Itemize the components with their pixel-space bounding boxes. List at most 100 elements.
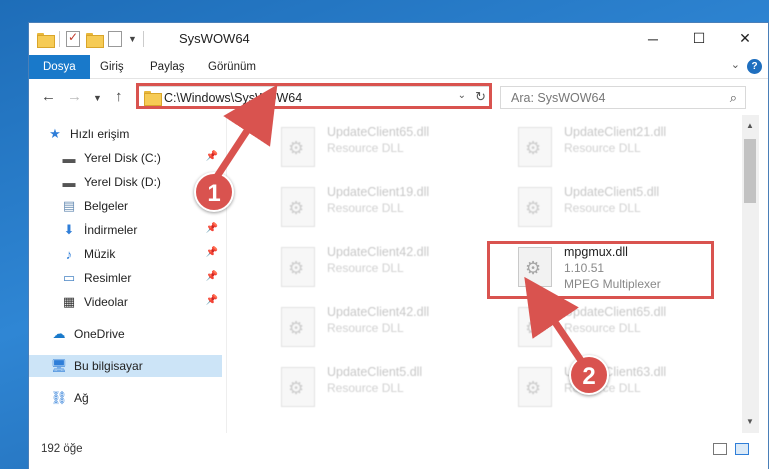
- sidebar-item-pictures[interactable]: ▭ Resimler 📌: [61, 267, 222, 289]
- dll-file-icon: [281, 307, 315, 347]
- navigation-bar: ← → ▼ ↑ C:\Windows\SysWOW64 ⌄ ↻ Ara: Sys…: [29, 79, 768, 115]
- download-icon: ⬇: [63, 222, 75, 237]
- recent-locations-button[interactable]: ▼: [93, 93, 102, 103]
- refresh-icon[interactable]: ↻: [475, 89, 486, 105]
- computer-icon: 🖥: [50, 358, 68, 373]
- up-button[interactable]: ↑: [115, 88, 123, 105]
- details-view-icon[interactable]: [713, 443, 727, 455]
- file-item[interactable]: UpdateClient42.dll Resource DLL: [267, 241, 497, 299]
- search-box[interactable]: Ara: SysWOW64 ⌕: [500, 86, 746, 109]
- network-icon: ⛓: [50, 390, 68, 405]
- title-bar: ▼ SysWOW64 ─ ☐ ✕: [29, 23, 768, 55]
- toolbar-divider: [59, 31, 60, 47]
- vertical-scrollbar[interactable]: ▲ ▼: [742, 115, 759, 433]
- folder-icon: [144, 91, 162, 106]
- step-badge-1: 1: [194, 172, 234, 212]
- pin-icon[interactable]: 📌: [206, 151, 218, 162]
- file-name: UpdateClient5.dll: [564, 185, 660, 199]
- file-item[interactable]: UpdateClient21.dll Resource DLL: [504, 121, 734, 179]
- file-item[interactable]: UpdateClient5.dll Resource DLL: [267, 361, 497, 419]
- music-icon: ♪: [65, 246, 73, 262]
- documents-icon: ▤: [62, 198, 76, 213]
- scroll-up-icon[interactable]: ▲: [746, 121, 754, 130]
- videos-icon: ▦: [62, 294, 76, 309]
- file-item-mpgmux[interactable]: mpgmux.dll 1.10.51 MPEG Multiplexer: [504, 241, 734, 299]
- file-item[interactable]: UpdateClient42.dll Resource DLL: [267, 301, 497, 359]
- dll-file-icon: [518, 187, 552, 227]
- step-badge-2: 2: [569, 355, 609, 395]
- file-name: UpdateClient42.dll: [327, 245, 430, 259]
- sidebar-item-network[interactable]: ⛓ Ağ: [51, 387, 222, 409]
- sidebar-item-downloads[interactable]: ⬇ İndirmeler 📌: [61, 219, 222, 241]
- pane-divider: [226, 115, 227, 433]
- file-list: UpdateClient65.dll Resource DLL UpdateCl…: [229, 115, 744, 433]
- pictures-icon: ▭: [62, 270, 76, 285]
- file-description: Resource DLL: [327, 261, 404, 275]
- pin-icon[interactable]: 📌: [206, 247, 218, 258]
- sidebar-item-videos[interactable]: ▦ Videolar 📌: [61, 291, 222, 313]
- file-name: UpdateClient5.dll: [327, 365, 423, 379]
- minimize-button[interactable]: ─: [630, 23, 676, 54]
- close-button[interactable]: ✕: [722, 23, 768, 54]
- file-item[interactable]: UpdateClient19.dll Resource DLL: [267, 181, 497, 239]
- sidebar-item-label: İndirmeler: [84, 223, 138, 237]
- customize-toolbar-icon[interactable]: [108, 31, 122, 47]
- scroll-thumb[interactable]: [744, 139, 756, 203]
- sidebar-item-music[interactable]: ♪ Müzik 📌: [61, 243, 222, 265]
- tiles-view-icon[interactable]: [735, 443, 749, 455]
- file-description: Resource DLL: [327, 201, 404, 215]
- tab-file[interactable]: Dosya: [29, 55, 90, 79]
- help-icon[interactable]: ?: [747, 59, 762, 74]
- dll-file-icon: [518, 367, 552, 407]
- status-bar: 192 öğe: [29, 433, 768, 469]
- explorer-window: ▼ SysWOW64 ─ ☐ ✕ Dosya Giriş Paylaş Görü…: [28, 22, 769, 469]
- navigation-pane: ★ Hızlı erişim ▬ Yerel Disk (C:) 📌 ▬ Yer…: [29, 115, 226, 433]
- file-name: mpgmux.dll: [564, 245, 628, 259]
- back-button[interactable]: ←: [41, 88, 56, 105]
- pin-icon[interactable]: 📌: [206, 223, 218, 234]
- chevron-down-icon[interactable]: ▼: [128, 34, 137, 44]
- expand-ribbon-icon[interactable]: ⌄: [731, 58, 740, 71]
- item-count: 192 öğe: [41, 443, 83, 455]
- dll-file-icon: [518, 307, 552, 347]
- properties-icon[interactable]: [66, 30, 80, 47]
- tab-view[interactable]: Görünüm: [194, 55, 270, 79]
- sidebar-item-label: Ağ: [74, 391, 89, 405]
- quick-access-toolbar: ▼: [37, 30, 144, 48]
- folder-icon: [37, 32, 55, 48]
- tab-home[interactable]: Giriş: [86, 55, 138, 79]
- file-item[interactable]: UpdateClient65.dll Resource DLL: [504, 301, 734, 359]
- sidebar-item-label: Yerel Disk (C:): [84, 151, 161, 165]
- dll-file-icon: [518, 247, 552, 287]
- sidebar-item-this-pc[interactable]: 🖥 Bu bilgisayar: [29, 355, 222, 377]
- file-item[interactable]: UpdateClient5.dll Resource DLL: [504, 181, 734, 239]
- toolbar-divider: [142, 31, 144, 47]
- file-description: Resource DLL: [564, 141, 641, 155]
- sidebar-item-disk-c[interactable]: ▬ Yerel Disk (C:) 📌: [61, 147, 222, 169]
- scroll-down-icon[interactable]: ▼: [746, 417, 754, 426]
- file-name: UpdateClient42.dll: [327, 305, 430, 319]
- search-icon[interactable]: ⌕: [730, 90, 737, 106]
- tab-share[interactable]: Paylaş: [136, 55, 199, 79]
- sidebar-item-onedrive[interactable]: ☁ OneDrive: [51, 323, 222, 345]
- drive-icon: ▬: [62, 150, 76, 166]
- new-folder-icon[interactable]: [86, 32, 104, 48]
- address-bar[interactable]: C:\Windows\SysWOW64 ⌄ ↻: [137, 86, 491, 109]
- file-version: 1.10.51: [564, 261, 605, 275]
- search-placeholder: Ara: SysWOW64: [511, 91, 606, 105]
- drive-icon: ▬: [62, 174, 76, 190]
- pin-icon[interactable]: 📌: [206, 295, 218, 306]
- file-item[interactable]: UpdateClient63.dll Resource DLL: [504, 361, 734, 419]
- file-description: Resource DLL: [327, 141, 404, 155]
- sidebar-item-quick-access[interactable]: ★ Hızlı erişim: [47, 123, 240, 145]
- pin-icon[interactable]: 📌: [206, 271, 218, 282]
- sidebar-item-label: Resimler: [84, 271, 132, 285]
- chevron-down-icon[interactable]: ⌄: [458, 90, 466, 101]
- maximize-button[interactable]: ☐: [676, 23, 722, 54]
- file-description: Resource DLL: [327, 321, 404, 335]
- file-description: MPEG Multiplexer: [564, 277, 661, 291]
- file-name: UpdateClient65.dll: [327, 125, 430, 139]
- file-item[interactable]: UpdateClient65.dll Resource DLL: [267, 121, 497, 179]
- dll-file-icon: [281, 127, 315, 167]
- forward-button[interactable]: →: [67, 88, 82, 105]
